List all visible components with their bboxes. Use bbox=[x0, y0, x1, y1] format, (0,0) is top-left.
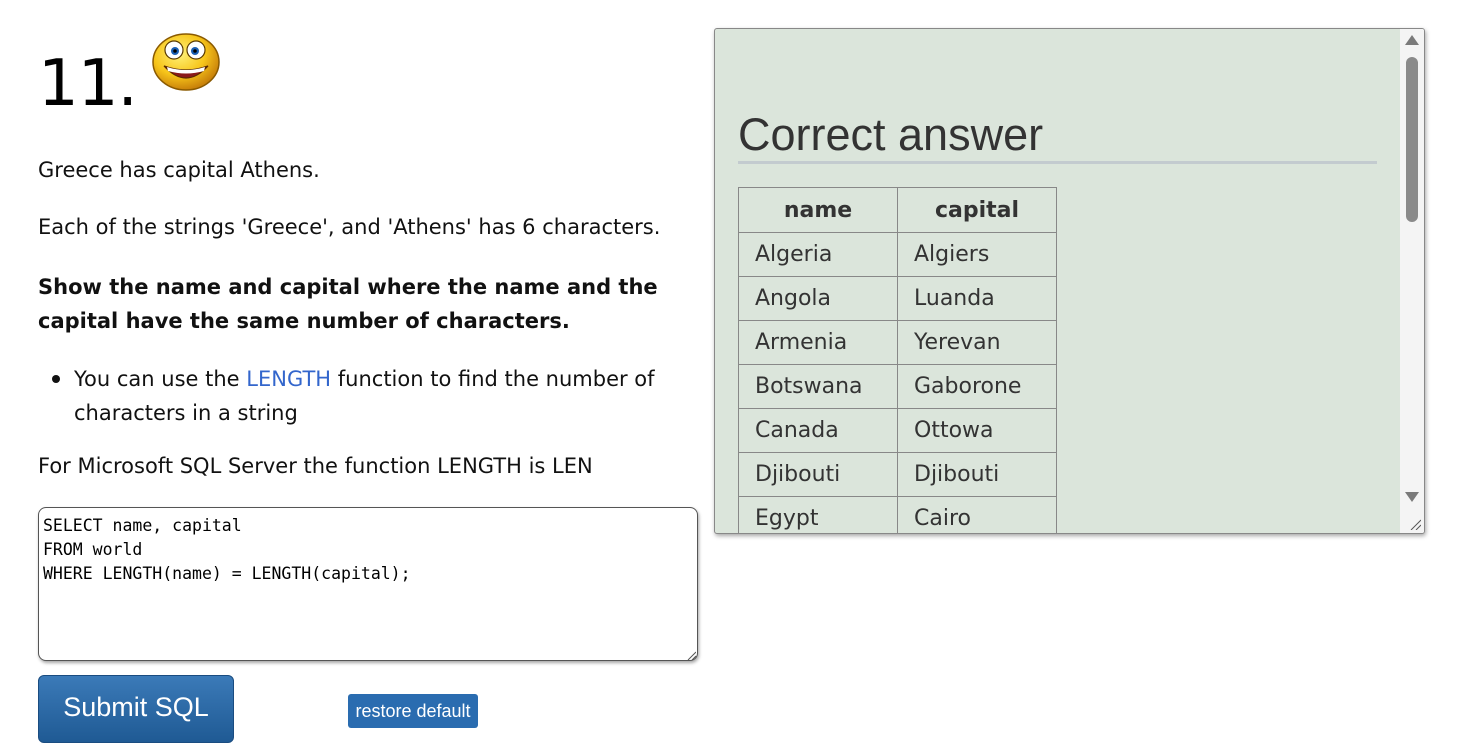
table-cell: Armenia bbox=[738, 320, 898, 365]
table-cell: Djibouti bbox=[738, 452, 898, 497]
scroll-down-arrow-icon[interactable] bbox=[1405, 492, 1419, 502]
table-row: Djibouti Djibouti bbox=[738, 452, 1057, 497]
sql-editor[interactable]: SELECT name, capital FROM world WHERE LE… bbox=[38, 507, 698, 661]
resize-grip-icon[interactable] bbox=[686, 650, 696, 660]
table-row: Algeria Algiers bbox=[738, 232, 1057, 277]
table-row: Egypt Cairo bbox=[738, 496, 1057, 533]
answer-table: name capital Algeria Algiers Angola Luan… bbox=[738, 187, 1057, 533]
vertical-scrollbar[interactable] bbox=[1400, 29, 1424, 533]
column-header: name bbox=[738, 187, 898, 233]
question-prompt: Show the name and capital where the name… bbox=[38, 275, 658, 333]
table-row: Botswana Gaborone bbox=[738, 364, 1057, 409]
table-cell: Canada bbox=[738, 408, 898, 453]
table-row: Angola Luanda bbox=[738, 276, 1057, 321]
table-cell: Luanda bbox=[897, 276, 1057, 321]
table-cell: Gaborone bbox=[897, 364, 1057, 409]
question-number: 11. bbox=[38, 47, 138, 121]
resize-grip-icon[interactable] bbox=[1409, 518, 1421, 530]
table-header-row: name capital bbox=[738, 187, 1057, 233]
hint-text-before: You can use the bbox=[74, 367, 247, 391]
table-cell: Algeria bbox=[738, 232, 898, 277]
table-cell: Angola bbox=[738, 276, 898, 321]
table-cell: Botswana bbox=[738, 364, 898, 409]
table-cell: Cairo bbox=[897, 496, 1057, 533]
sql-server-note: For Microsoft SQL Server the function LE… bbox=[38, 454, 593, 478]
column-header: capital bbox=[897, 187, 1057, 233]
bullet-icon bbox=[52, 375, 60, 383]
answer-frame[interactable]: Correct answer name capital Algeria Algi… bbox=[714, 28, 1425, 534]
table-cell: Djibouti bbox=[897, 452, 1057, 497]
intro-text-1: Greece has capital Athens. bbox=[38, 158, 320, 182]
table-cell: Ottowa bbox=[897, 408, 1057, 453]
hint-text: You can use the LENGTH function to find … bbox=[74, 362, 674, 430]
table-row: Canada Ottowa bbox=[738, 408, 1057, 453]
title-divider bbox=[738, 161, 1377, 164]
table-row: Armenia Yerevan bbox=[738, 320, 1057, 365]
answer-title: Correct answer bbox=[738, 109, 1044, 160]
grinning-smiley-icon bbox=[152, 33, 220, 91]
scroll-up-arrow-icon[interactable] bbox=[1405, 35, 1419, 45]
table-cell: Yerevan bbox=[897, 320, 1057, 365]
submit-sql-button[interactable]: Submit SQL bbox=[38, 675, 234, 743]
restore-default-button[interactable]: restore default bbox=[348, 694, 478, 728]
table-cell: Algiers bbox=[897, 232, 1057, 277]
intro-text-2: Each of the strings 'Greece', and 'Athen… bbox=[38, 215, 661, 239]
length-function-link[interactable]: LENGTH bbox=[246, 367, 331, 391]
table-cell: Egypt bbox=[738, 496, 898, 533]
scroll-thumb[interactable] bbox=[1406, 57, 1418, 222]
